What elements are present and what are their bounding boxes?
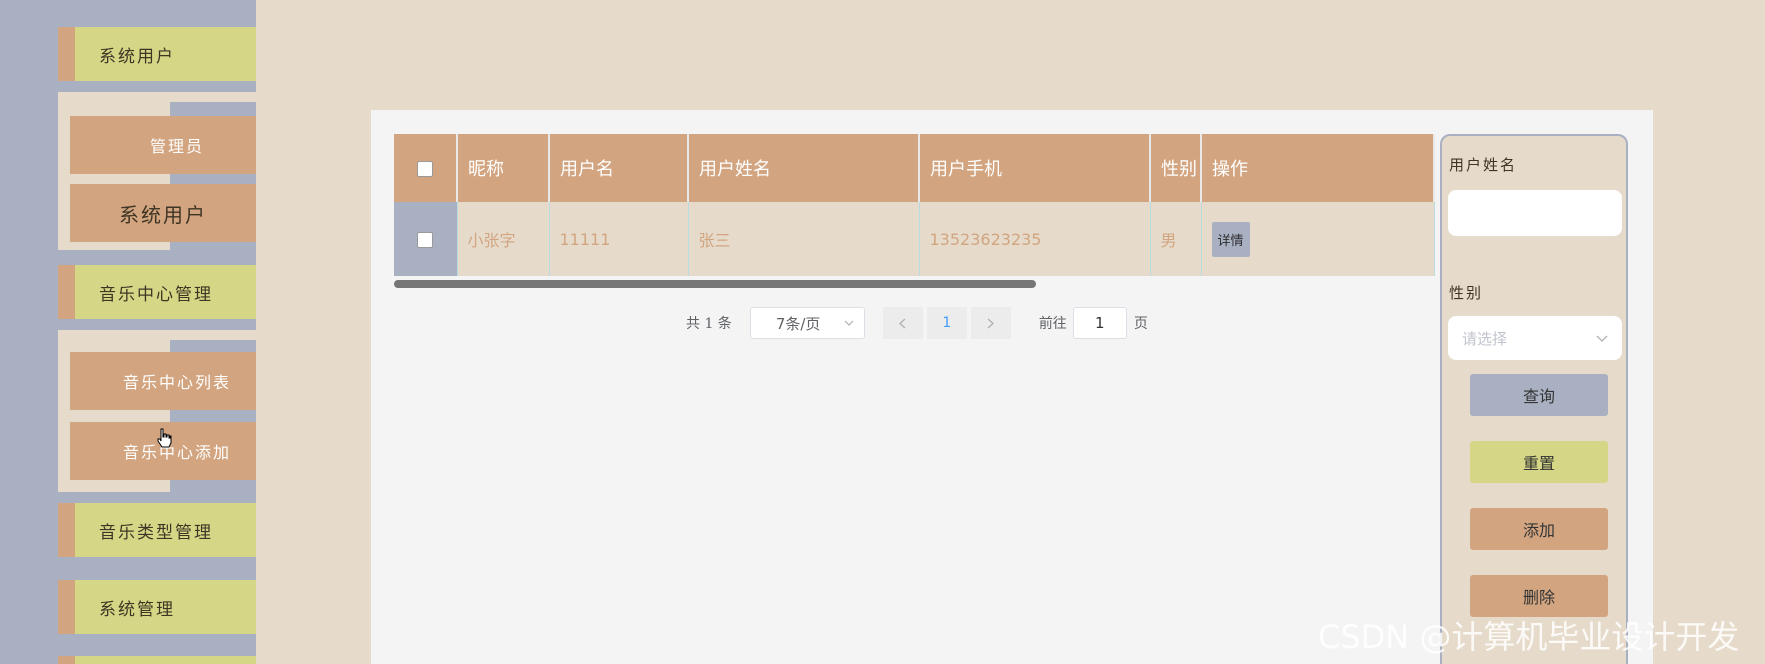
menu-group-label: 音乐中心管理 [99,284,213,305]
goto-label: 前往 [1038,316,1067,332]
menu-group-next[interactable] [58,656,256,664]
name-search-input[interactable] [1448,190,1622,236]
submenu-system-user: 管理员 系统用户 [58,92,256,250]
select-all-checkbox[interactable] [417,160,433,177]
cell-real-name: 张三 [688,202,920,276]
menu-group-label: 系统用户 [99,46,175,67]
page-suffix: 页 [1133,316,1148,332]
chevron-down-icon [1596,335,1608,342]
watermark: CSDN @计算机毕业设计开发 [1318,618,1740,656]
cell-action: 详情 [1201,202,1435,276]
name-field-label: 用户姓名 [1449,156,1518,174]
submenu-music-center: 音乐中心列表 音乐中心添加 [58,330,256,492]
submenu-item-system-user[interactable]: 系统用户 [70,184,256,242]
goto-page-input[interactable]: 1 [1072,307,1127,339]
pagination-total: 共 1 条 [686,316,732,332]
submenu-item-label: 音乐中心列表 [122,373,231,392]
detail-button[interactable]: 详情 [1211,221,1250,257]
page-number-current[interactable]: 1 [926,307,967,339]
cell-phone: 13523623235 [919,202,1151,276]
submenu-item-music-list[interactable]: 音乐中心列表 [70,352,256,410]
submenu-item-label: 管理员 [149,137,204,156]
submenu-top-strip [58,92,256,102]
cell-nickname: 小张字 [457,202,550,276]
submenu-item-label: 系统用户 [119,202,207,227]
table-header-row: 昵称 用户名 用户姓名 用户手机 性别 操作 [394,134,1435,202]
submenu-item-label: 音乐中心添加 [122,443,231,462]
row-select-cell [394,202,458,276]
menu-group-label: 音乐类型管理 [99,522,213,543]
menu-group-label: 系统管理 [99,599,175,620]
search-panel: 用户姓名 性别 请选择 查询 重置 添加 删除 [1440,134,1628,664]
row-checkbox[interactable] [417,232,434,248]
cell-gender: 男 [1150,202,1202,276]
page-size-select[interactable]: 7条/页 [749,307,865,339]
delete-button[interactable]: 删除 [1470,575,1608,617]
horizontal-scrollbar[interactable] [394,280,1036,288]
page-size-value: 7条/页 [775,314,821,333]
column-header-phone[interactable]: 用户手机 [919,134,1151,202]
menu-group-system-user[interactable]: 系统用户 [58,27,256,81]
reset-button[interactable]: 重置 [1470,441,1608,483]
chevron-down-icon [844,320,854,326]
query-button[interactable]: 查询 [1470,374,1608,416]
column-header-gender[interactable]: 性别 [1150,134,1202,202]
next-page-button[interactable] [970,307,1011,339]
cell-username: 11111 [549,202,689,276]
menu-group-system-manage[interactable]: 系统管理 [58,580,256,634]
select-all-cell [394,134,458,202]
column-header-username[interactable]: 用户名 [549,134,689,202]
column-header-nickname[interactable]: 昵称 [457,134,550,202]
table-row: 小张字 11111 张三 13523623235 男 详情 [394,202,1435,276]
user-table: 昵称 用户名 用户姓名 用户手机 性别 操作 小张字 11111 张三 1352… [394,134,1435,276]
gender-select-placeholder: 请选择 [1462,329,1508,348]
submenu-item-admin[interactable]: 管理员 [70,116,256,174]
column-header-action: 操作 [1201,134,1435,202]
sidebar: 系统用户 管理员 系统用户 音乐中心管理 音乐中心列表 音乐中心添加 音乐类型管… [0,0,256,664]
chevron-left-icon [899,318,906,328]
gender-field-label: 性别 [1449,284,1484,302]
hand-cursor-icon [157,428,172,448]
column-header-real-name[interactable]: 用户姓名 [688,134,920,202]
submenu-top-strip [58,330,256,340]
add-button[interactable]: 添加 [1470,508,1608,550]
chevron-right-icon [987,318,995,328]
menu-group-music-type[interactable]: 音乐类型管理 [58,503,256,557]
gender-select[interactable]: 请选择 [1448,316,1622,360]
prev-page-button[interactable] [882,307,923,339]
pagination: 共 1 条 7条/页 1 前往 1 页 [686,307,1148,339]
menu-group-music-center[interactable]: 音乐中心管理 [58,265,256,319]
